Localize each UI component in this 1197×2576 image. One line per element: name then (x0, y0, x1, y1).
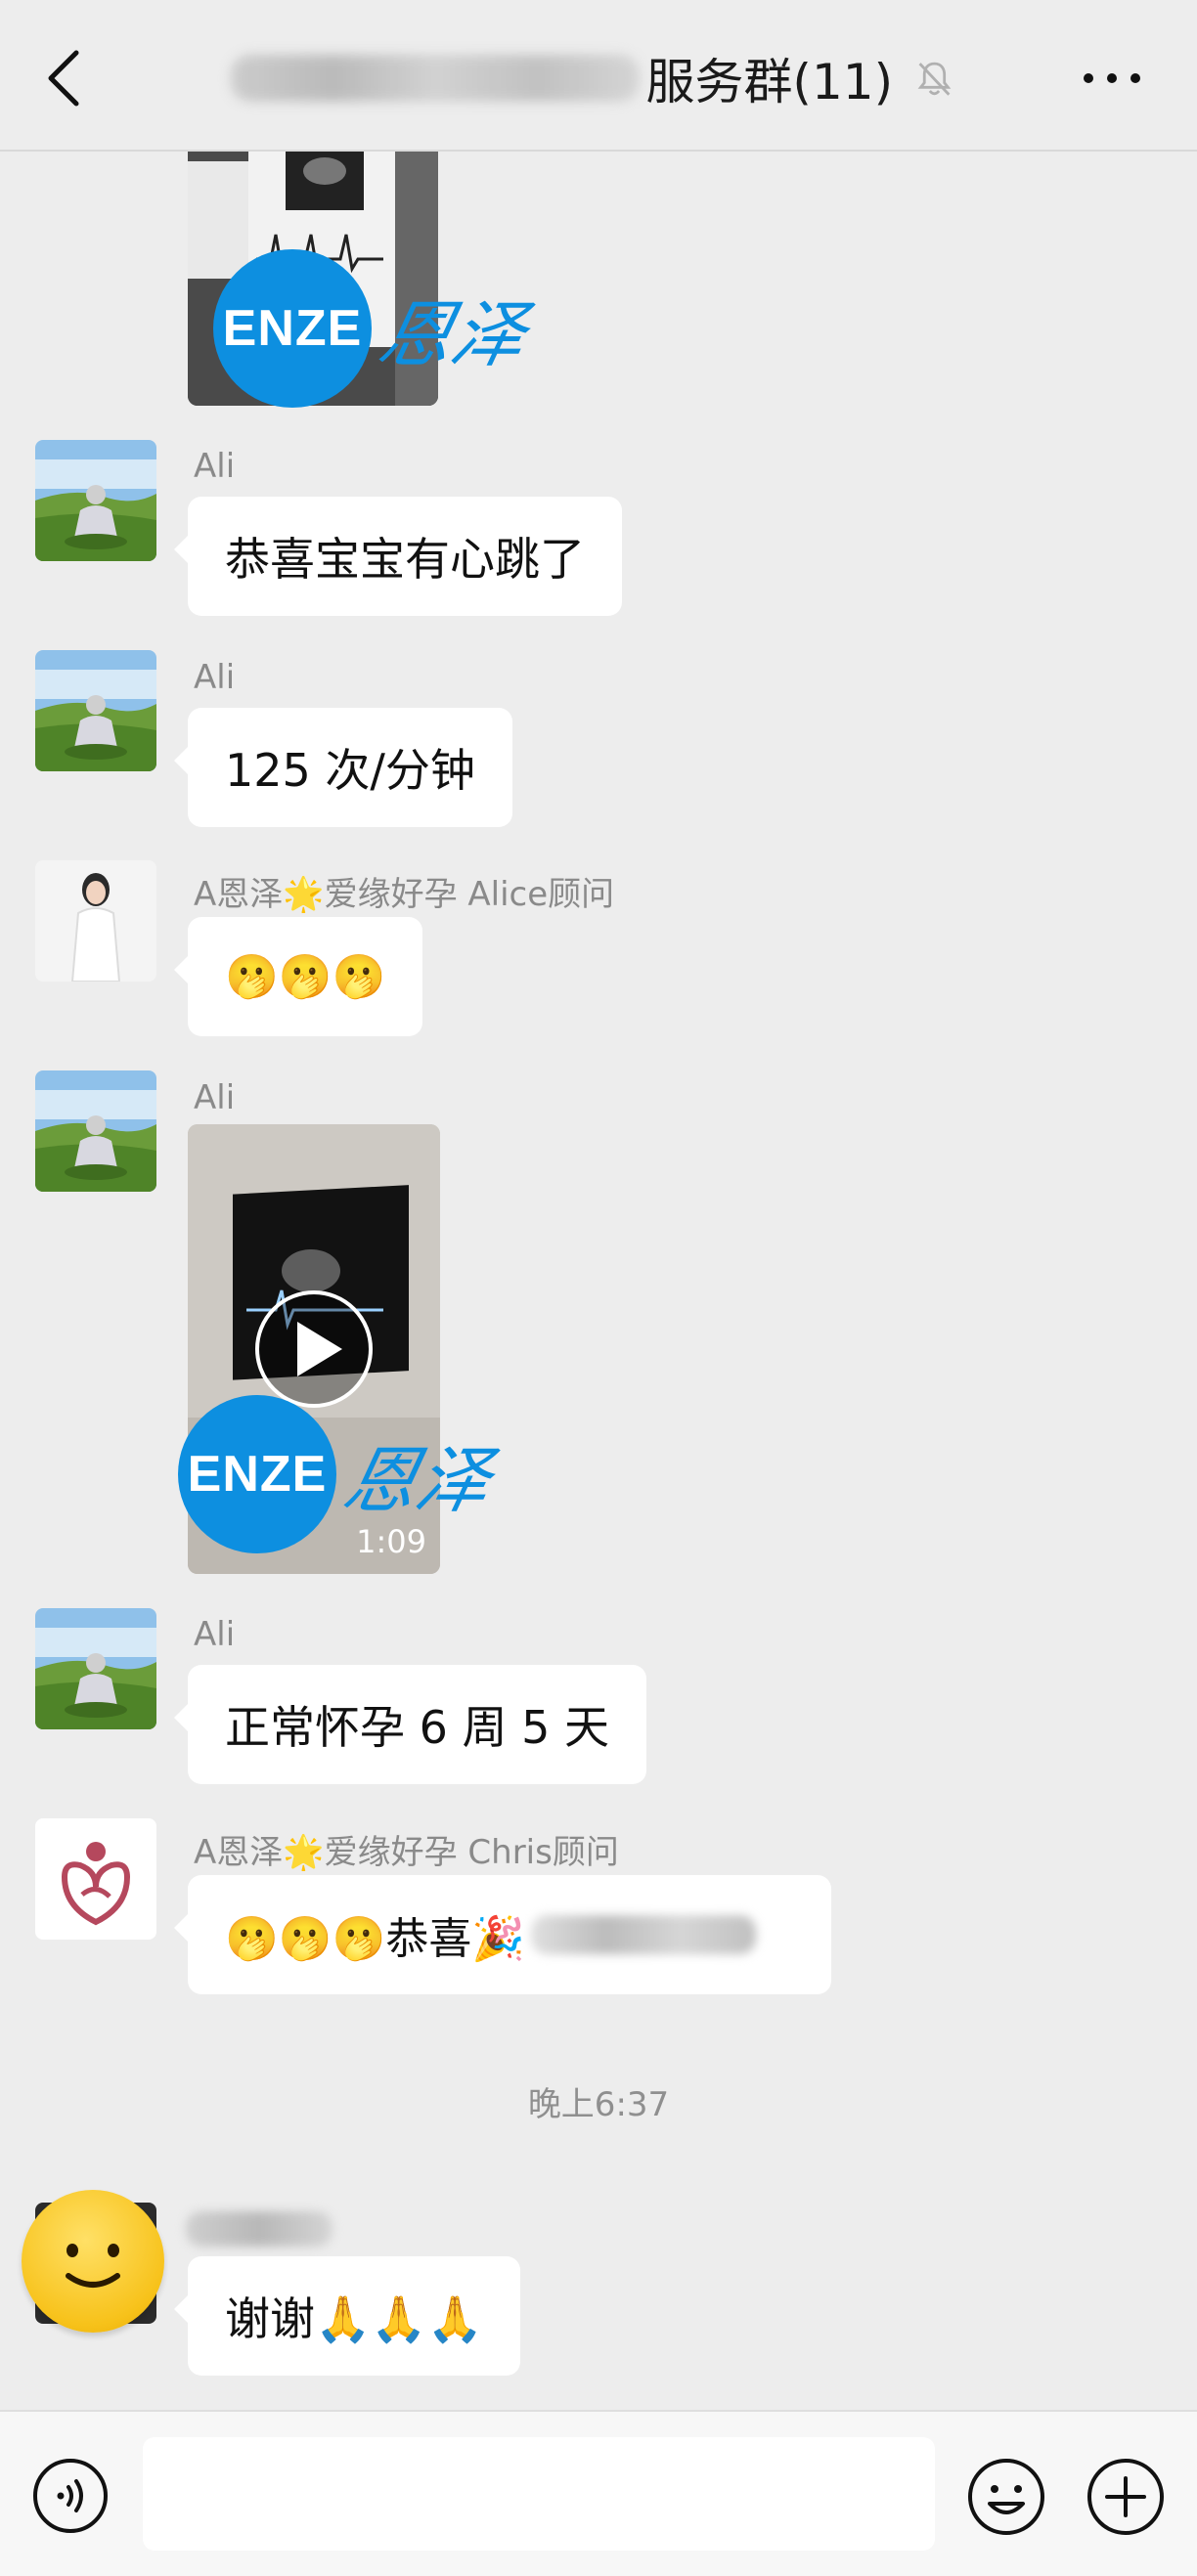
message-bubble[interactable]: 正常怀孕 6 周 5 天 (173, 1665, 647, 1784)
avatar-chris[interactable] (35, 1818, 156, 1940)
back-icon[interactable] (41, 47, 88, 109)
message-bubble[interactable]: 🫢🫢🫢恭喜🎉 (174, 1875, 831, 1994)
message-input[interactable] (143, 2437, 935, 2551)
sender-name: Ali (194, 658, 236, 697)
emoji-icon[interactable] (966, 2457, 1046, 2537)
avatar-ali[interactable] (35, 1070, 156, 1192)
voice-icon[interactable] (31, 2457, 110, 2535)
input-bar (0, 2410, 1197, 2576)
sender-name: Ali (194, 1078, 236, 1117)
watermark-badge: ENZE (178, 1395, 336, 1553)
avatar-person (35, 860, 156, 982)
sender-name: A恩泽🌟爱缘好孕 Alice顾问 (194, 875, 615, 914)
avatar-ali[interactable] (35, 650, 156, 771)
avatar-ali[interactable] (35, 1608, 156, 1729)
avatar-landscape (35, 1070, 156, 1192)
avatar-alice[interactable] (35, 860, 156, 982)
watermark-script: 恩泽 (335, 1438, 499, 1523)
plus-icon[interactable] (1086, 2457, 1166, 2537)
timestamp: 晚上6:37 (527, 2085, 670, 2124)
message-bubble[interactable]: 125 次/分钟 (174, 708, 512, 827)
blurred-sender-name (186, 2211, 332, 2247)
sender-name: Ali (194, 1615, 236, 1654)
avatar-ali[interactable] (35, 440, 156, 561)
watermark-badge: ENZE (213, 249, 372, 408)
top-bar: 服务群(11) (0, 0, 1197, 152)
more-icon[interactable] (1080, 59, 1144, 98)
blurred-mention (531, 1915, 757, 1954)
watermark-logo: ENZE 恩泽 (178, 1395, 499, 1553)
message-text: 🫢🫢🫢恭喜🎉 (225, 1914, 526, 1964)
avatar-landscape (35, 650, 156, 771)
message-bubble[interactable]: 谢谢🙏🙏🙏 (174, 2256, 520, 2376)
chat-title-text: 服务群(11) (645, 54, 894, 110)
sender-name: A恩泽🌟爱缘好孕 Chris顾问 (194, 1833, 619, 1872)
chat-title: 服务群(11) (231, 41, 954, 115)
watermark-script: 恩泽 (371, 292, 534, 377)
avatar-landscape (35, 1608, 156, 1729)
message-bubble[interactable]: 恭喜宝宝有心跳了 (174, 497, 622, 616)
avatar-landscape (35, 440, 156, 561)
blurred-group-name (231, 55, 641, 102)
sender-name: Ali (194, 447, 236, 486)
chat-area[interactable]: ENZE 恩泽 Ali 恭喜宝宝有心跳了 Ali 125 次/分钟 A恩泽🌟爱缘… (0, 152, 1197, 2410)
watermark-logo: ENZE 恩泽 (213, 249, 534, 408)
avatar-logo (35, 1818, 156, 1940)
smiley-sticker (22, 2190, 164, 2333)
mute-bell-icon (917, 62, 952, 96)
message-bubble[interactable]: 🫢🫢🫢 (173, 917, 423, 1036)
